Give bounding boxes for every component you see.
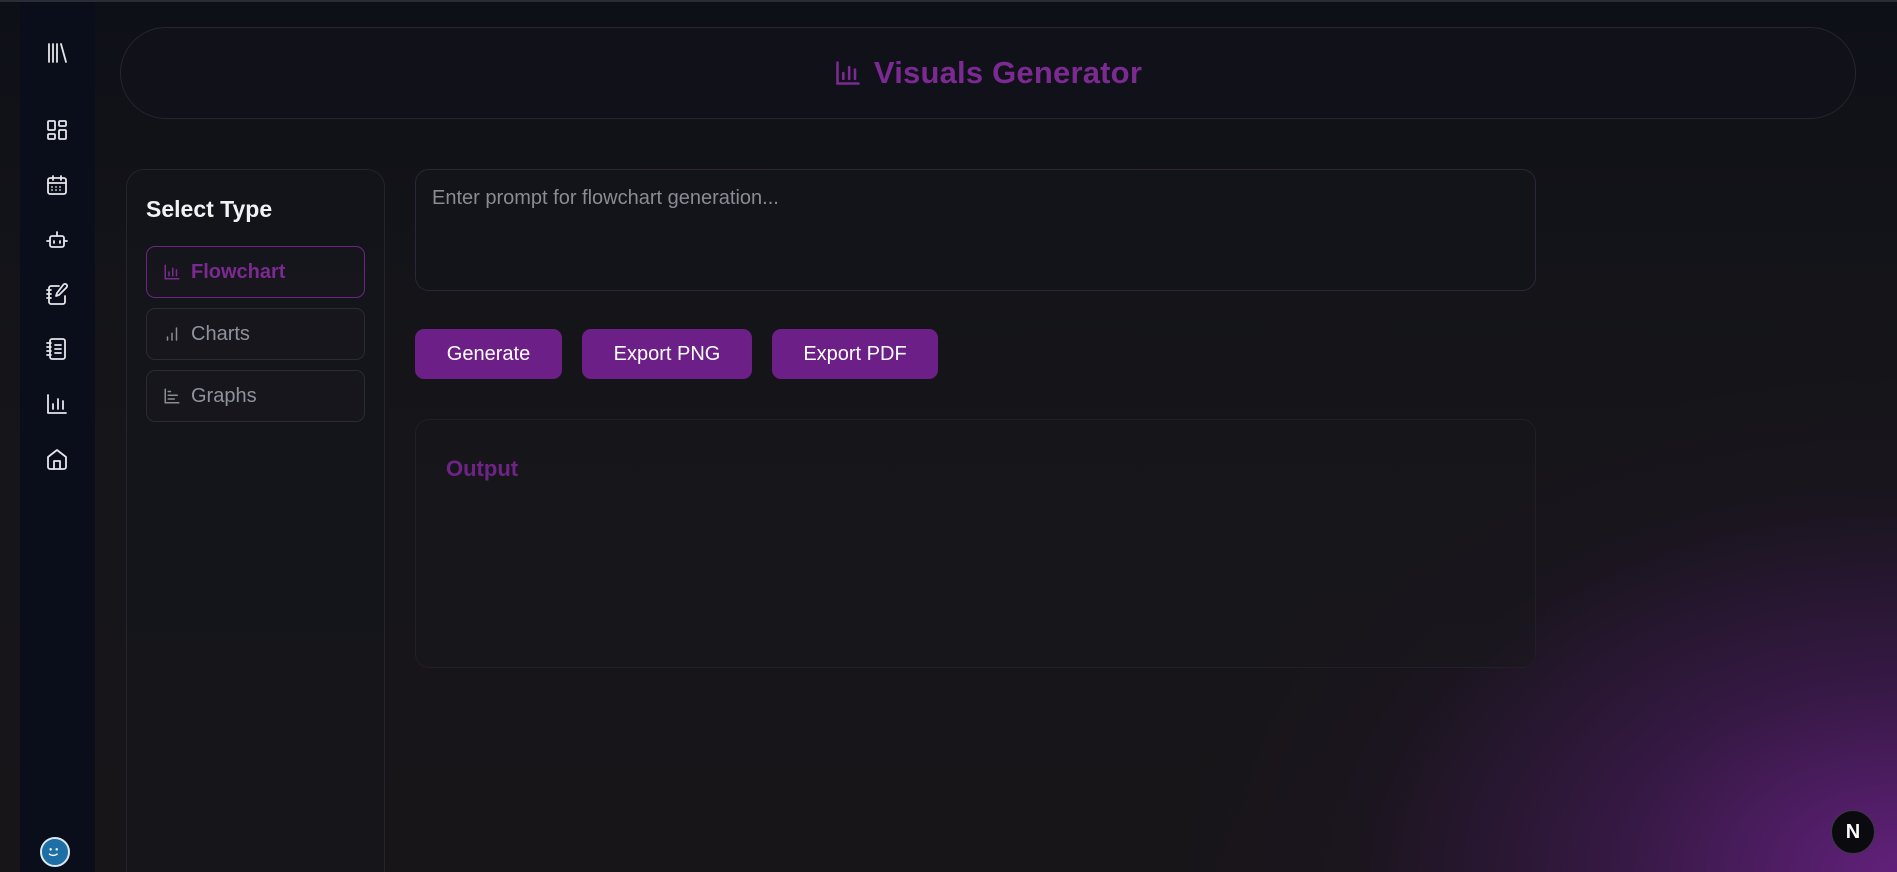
page-title: Visuals Generator <box>873 55 1143 90</box>
export-png-button[interactable]: Export PNG <box>582 329 752 379</box>
type-option-label: Graphs <box>191 384 257 407</box>
generate-button[interactable]: Generate <box>415 329 562 379</box>
type-option-flowchart[interactable]: Flowchart <box>146 246 365 298</box>
type-option-label: Flowchart <box>191 260 286 283</box>
signal-chart-icon <box>166 327 178 341</box>
top-border <box>0 0 1897 2</box>
nextjs-dev-button[interactable]: N <box>1831 810 1875 854</box>
home-icon[interactable] <box>37 439 77 479</box>
bar-chart-horizontal-icon <box>164 388 180 404</box>
export-pdf-button[interactable]: Export PDF <box>772 329 938 379</box>
type-option-charts[interactable]: Charts <box>146 308 365 360</box>
panel-title: Select Type <box>146 196 273 222</box>
calendar-icon[interactable] <box>37 165 77 205</box>
type-option-label: Charts <box>191 322 250 345</box>
bar-chart-icon[interactable] <box>37 384 77 424</box>
bot-icon[interactable] <box>37 220 77 260</box>
type-option-graphs[interactable]: Graphs <box>146 370 365 422</box>
notebook-pen-icon[interactable] <box>37 274 77 314</box>
page-header: Visuals Generator <box>120 27 1856 119</box>
library-icon[interactable] <box>37 33 77 73</box>
notebook-text-icon[interactable] <box>37 329 77 369</box>
bar-chart-icon <box>164 264 180 280</box>
avatar-face-icon <box>42 839 65 862</box>
dashboard-icon[interactable] <box>37 110 77 150</box>
output-title: Output <box>446 456 519 481</box>
sidebar <box>20 2 95 872</box>
bar-chart-icon <box>836 61 860 85</box>
prompt-input[interactable] <box>415 169 1536 291</box>
fab-label: N <box>1845 820 1861 843</box>
user-avatar[interactable] <box>40 837 70 867</box>
output-panel: Output <box>415 419 1536 668</box>
select-type-panel: Select Type Flowchart Charts Graphs <box>126 169 385 872</box>
